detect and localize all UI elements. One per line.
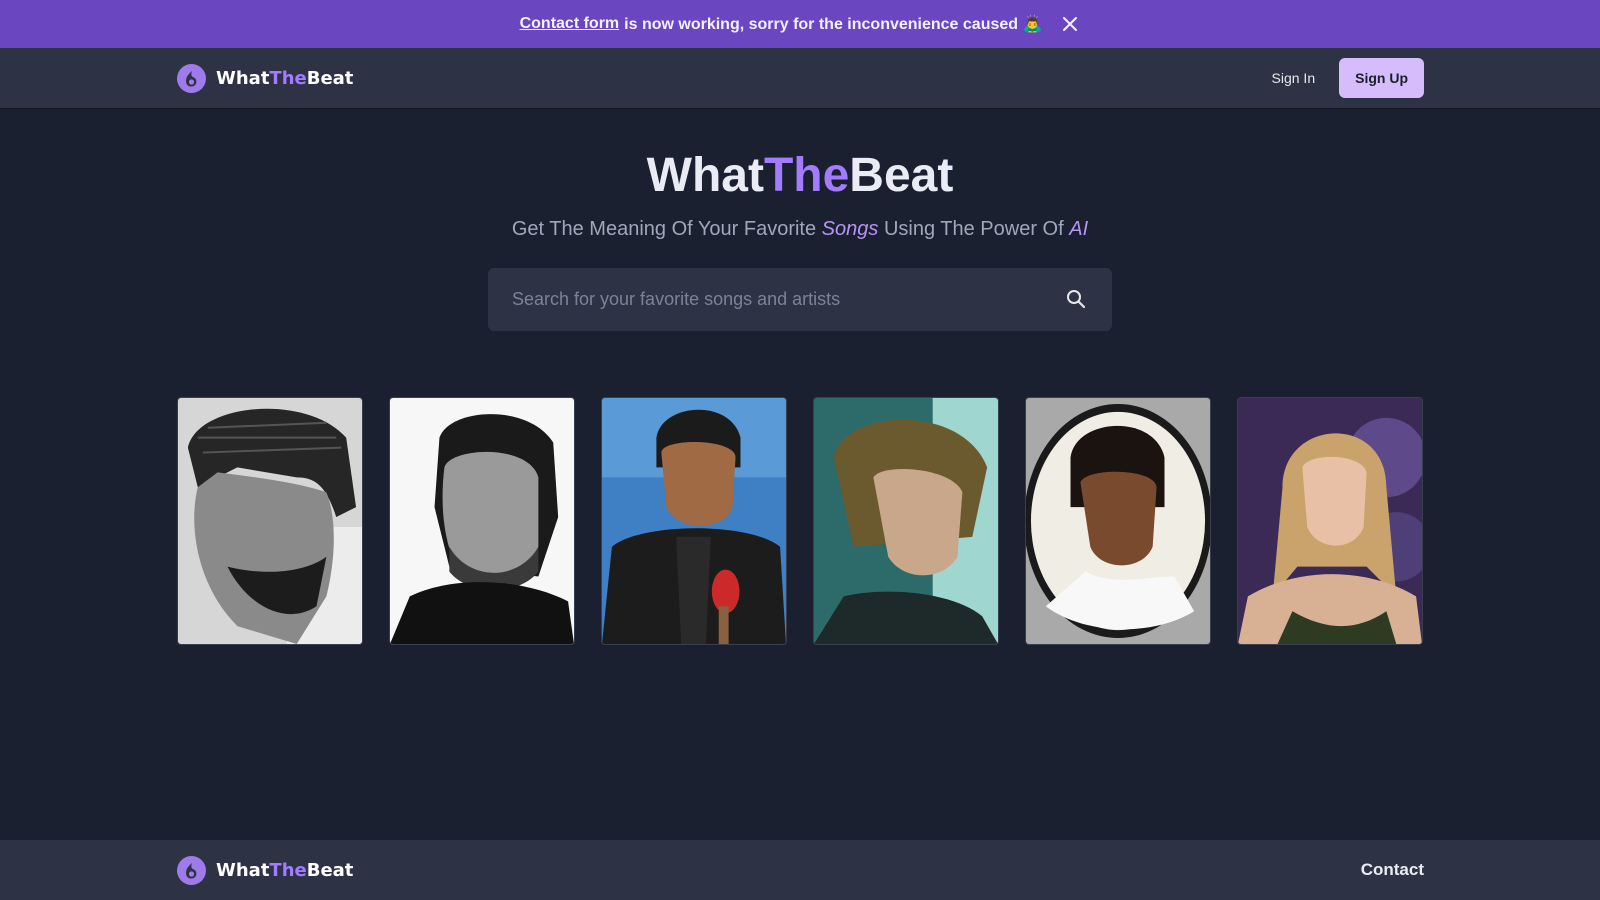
artist-gallery <box>177 397 1423 645</box>
artist-card[interactable] <box>177 397 363 645</box>
logo-icon <box>177 855 206 885</box>
hero-section: WhatTheBeat Get The Meaning Of Your Favo… <box>0 147 1600 331</box>
search-icon[interactable] <box>1064 287 1088 311</box>
logo-icon <box>177 63 206 93</box>
contact-form-link[interactable]: Contact form <box>520 15 620 33</box>
brand-name: WhatTheBeat <box>216 67 354 89</box>
search-bar <box>488 267 1112 331</box>
page-subtitle: Get The Meaning Of Your Favorite Songs U… <box>511 217 1089 240</box>
artist-portrait-purple-icon <box>1238 398 1422 644</box>
announcement-message: is now working, sorry for the inconvenie… <box>624 16 1043 33</box>
footer: WhatTheBeat Contact <box>0 840 1600 900</box>
page-title: WhatTheBeat <box>646 149 954 202</box>
artist-card[interactable] <box>813 397 999 645</box>
footer-contact-link[interactable]: Contact <box>1361 860 1424 880</box>
close-icon[interactable] <box>1060 14 1080 34</box>
announcement-banner: Contact form is now working, sorry for t… <box>0 0 1600 48</box>
navbar: WhatTheBeat Sign In Sign Up <box>0 48 1600 109</box>
artist-card[interactable] <box>1025 397 1211 645</box>
artist-card[interactable] <box>1237 397 1423 645</box>
sign-in-link[interactable]: Sign In <box>1272 70 1316 86</box>
search-input[interactable] <box>512 288 1056 310</box>
artist-portrait-teal-icon <box>814 398 998 644</box>
artist-portrait-circle-frame-icon <box>1026 398 1210 644</box>
artist-card[interactable] <box>389 397 575 645</box>
artist-card[interactable] <box>601 397 787 645</box>
brand-logo-link[interactable]: WhatTheBeat <box>177 63 354 93</box>
footer-brand-link[interactable]: WhatTheBeat <box>177 855 354 885</box>
artist-portrait-bw-icon <box>390 398 574 644</box>
artist-portrait-bw-braids-icon <box>178 398 362 644</box>
sign-up-button[interactable]: Sign Up <box>1339 58 1424 98</box>
brand-name: WhatTheBeat <box>216 859 354 881</box>
artist-portrait-blue-microphone-icon <box>602 398 786 644</box>
